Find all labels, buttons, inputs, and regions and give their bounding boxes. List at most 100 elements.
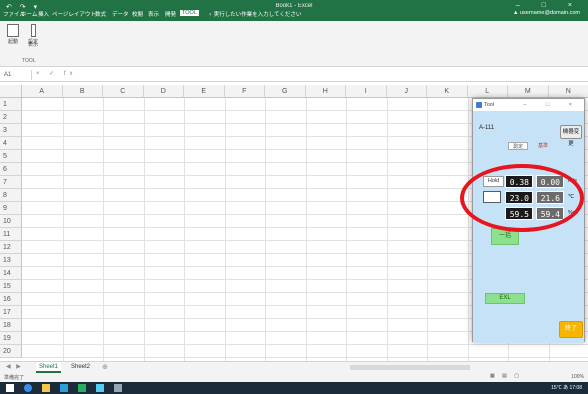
ribbon: 起動 設定 表示 TOOL bbox=[0, 21, 588, 67]
row-header[interactable]: 19 bbox=[0, 332, 22, 345]
folder-icon[interactable] bbox=[42, 384, 50, 392]
row-gridline bbox=[22, 344, 588, 345]
window-controls[interactable]: – □ × bbox=[516, 2, 582, 9]
device-name: A-111 bbox=[479, 125, 495, 131]
excel-taskbar-icon[interactable] bbox=[78, 384, 86, 392]
settings-icon bbox=[30, 24, 36, 37]
sheet-tab-sheet1[interactable]: Sheet1 bbox=[36, 362, 62, 373]
tab-tool[interactable]: TOOL bbox=[180, 10, 199, 16]
tab-insert[interactable]: 挿入 bbox=[38, 10, 49, 18]
tab-formulas[interactable]: 数式 bbox=[95, 10, 106, 18]
document-title: Book1 - Excel bbox=[275, 3, 313, 9]
start-icon[interactable] bbox=[6, 384, 14, 392]
search-icon[interactable] bbox=[24, 384, 32, 392]
close-icon[interactable]: × bbox=[568, 2, 582, 9]
edge-icon[interactable] bbox=[60, 384, 68, 392]
tab-page-layout[interactable]: ページレイアウト bbox=[52, 10, 96, 18]
column-gridline bbox=[427, 98, 428, 361]
formula-icons[interactable]: × ✓ fx bbox=[36, 70, 77, 77]
sheet-nav-arrows[interactable]: ◀ ▶ bbox=[6, 363, 23, 370]
formula-bar: A1 × ✓ fx bbox=[0, 68, 588, 82]
row-header[interactable]: 13 bbox=[0, 254, 22, 267]
tab-home[interactable]: ホーム bbox=[21, 10, 37, 18]
row-header[interactable]: 14 bbox=[0, 267, 22, 280]
minimize-icon[interactable]: – bbox=[516, 2, 530, 9]
column-header[interactable]: A bbox=[22, 85, 63, 98]
column-gridline bbox=[143, 98, 145, 361]
column-gridline bbox=[62, 98, 64, 361]
excel-output-button[interactable]: EXL bbox=[485, 293, 525, 304]
column-header[interactable]: M bbox=[508, 85, 549, 98]
tool-window-titlebar[interactable]: Tool – □ × bbox=[473, 99, 584, 111]
measured-column-header: 測定 bbox=[508, 142, 528, 150]
change-device-button[interactable]: 機器変更 bbox=[560, 125, 582, 147]
row-header[interactable]: 11 bbox=[0, 228, 22, 241]
close-icon[interactable]: × bbox=[569, 102, 581, 108]
column-header[interactable]: N bbox=[548, 85, 588, 98]
row-header[interactable]: 6 bbox=[0, 163, 22, 176]
row-header[interactable]: 20 bbox=[0, 345, 22, 358]
column-header[interactable]: K bbox=[427, 85, 468, 98]
capture-button[interactable]: 一括 bbox=[491, 228, 519, 245]
column-header[interactable]: D bbox=[143, 85, 184, 98]
minimize-icon[interactable]: – bbox=[523, 102, 535, 108]
end-button[interactable]: 終了 bbox=[559, 321, 583, 338]
row-header[interactable]: 9 bbox=[0, 202, 22, 215]
ribbon-button-view[interactable]: 表示 bbox=[24, 40, 42, 48]
row-header[interactable]: 8 bbox=[0, 189, 22, 202]
column-header[interactable]: L bbox=[467, 85, 508, 98]
app-taskbar-icon[interactable] bbox=[96, 384, 104, 392]
row-header[interactable]: 15 bbox=[0, 280, 22, 293]
column-header[interactable]: C bbox=[103, 85, 144, 98]
tab-review[interactable]: 校閲 bbox=[132, 10, 143, 18]
ribbon-button-label: 起動 bbox=[7, 39, 18, 45]
column-header[interactable]: G bbox=[265, 85, 306, 98]
tell-me-search[interactable]: ♀ 実行したい作業を入力してください bbox=[208, 10, 301, 18]
row-header[interactable]: 16 bbox=[0, 293, 22, 306]
zoom-level[interactable]: 100% bbox=[571, 374, 584, 380]
excel-title-bar: ↶ ↷ ▾ Book1 - Excel – □ × ファイル ホーム 挿入 ペー… bbox=[0, 0, 588, 21]
tab-data[interactable]: データ bbox=[112, 10, 129, 18]
column-header[interactable]: F bbox=[224, 85, 265, 98]
row-header[interactable]: 4 bbox=[0, 137, 22, 150]
tool-window: Tool – □ × A-111 機器変更 測定 基準 Hold 0.38 0.… bbox=[472, 98, 585, 343]
reading-unit: ℃ bbox=[568, 194, 575, 200]
row-header[interactable]: 1 bbox=[0, 98, 22, 111]
name-box[interactable]: A1 bbox=[2, 70, 32, 80]
maximize-icon[interactable]: □ bbox=[546, 102, 558, 108]
row-header[interactable]: 7 bbox=[0, 176, 22, 189]
row-header[interactable]: 18 bbox=[0, 319, 22, 332]
view-buttons[interactable]: ▦ ▤ ▢ bbox=[490, 373, 522, 379]
row-header[interactable]: 17 bbox=[0, 306, 22, 319]
column-header[interactable]: J bbox=[386, 85, 427, 98]
tab-developer[interactable]: 開発 bbox=[165, 10, 176, 18]
select-all-corner[interactable] bbox=[0, 85, 22, 98]
row-header[interactable]: 12 bbox=[0, 241, 22, 254]
add-sheet-icon[interactable]: ⊕ bbox=[102, 363, 108, 371]
row-header[interactable]: 2 bbox=[0, 111, 22, 124]
column-header[interactable]: I bbox=[346, 85, 387, 98]
row-header[interactable]: 3 bbox=[0, 124, 22, 137]
column-header[interactable]: E bbox=[184, 85, 225, 98]
system-tray[interactable]: 15℃ あ 17:08 bbox=[551, 384, 582, 391]
ribbon-button-label: 表示 bbox=[27, 42, 38, 48]
status-bar: 準備完了 ▦ ▤ ▢ 100% bbox=[0, 373, 588, 382]
hold-button[interactable]: Hold bbox=[483, 176, 504, 187]
ribbon-tabs: ファイル ホーム 挿入 ページレイアウト 数式 データ 校閲 表示 開発 TOO… bbox=[0, 10, 588, 21]
horizontal-scrollbar[interactable] bbox=[350, 365, 470, 370]
tab-view[interactable]: 表示 bbox=[148, 10, 159, 18]
row-header[interactable]: 10 bbox=[0, 215, 22, 228]
column-header[interactable]: H bbox=[305, 85, 346, 98]
ribbon-button-launch[interactable]: 起動 bbox=[4, 24, 22, 45]
reading-main: 0.38 bbox=[505, 175, 533, 188]
maximize-icon[interactable]: □ bbox=[542, 2, 556, 9]
sheet-tab-sheet2[interactable]: Sheet2 bbox=[68, 362, 93, 373]
account-name[interactable]: ▲ username@domain.com bbox=[513, 10, 580, 16]
row-gridline bbox=[22, 357, 588, 358]
tool-taskbar-icon[interactable] bbox=[114, 384, 122, 392]
column-header[interactable]: B bbox=[62, 85, 103, 98]
row-header[interactable]: 5 bbox=[0, 150, 22, 163]
reading-unit: %rh bbox=[568, 210, 578, 216]
option-checkbox[interactable] bbox=[483, 191, 501, 203]
tool-window-controls[interactable]: – □ × bbox=[523, 99, 581, 111]
